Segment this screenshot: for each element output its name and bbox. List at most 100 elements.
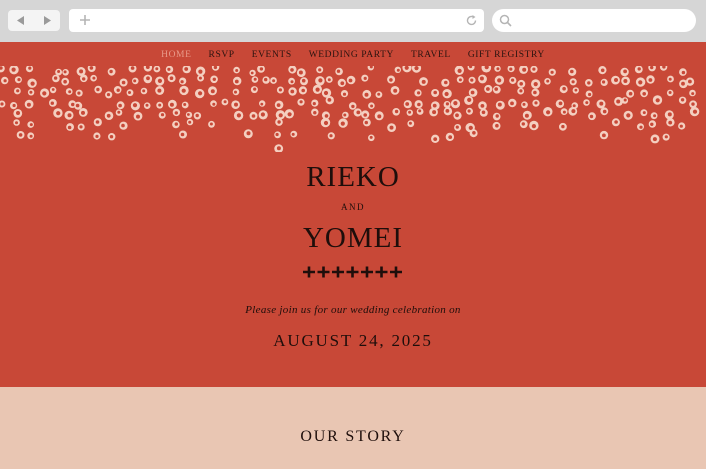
pattern-dot-center bbox=[396, 68, 400, 72]
nav-wedding-party[interactable]: WEDDING PARTY bbox=[309, 50, 394, 60]
pattern-dot-center bbox=[655, 98, 660, 103]
pattern-dot-center bbox=[668, 120, 673, 125]
cross-ornament-divider bbox=[303, 266, 402, 278]
cross-mark bbox=[303, 266, 315, 278]
pattern-dot-center bbox=[82, 77, 86, 81]
pattern-dot-center bbox=[290, 80, 294, 84]
pattern-dot-center bbox=[136, 114, 140, 119]
pattern-dot-center bbox=[106, 93, 111, 97]
cross-mark bbox=[332, 266, 344, 278]
nav-rsvp[interactable]: RSVP bbox=[209, 50, 235, 60]
pattern-dot-center bbox=[602, 80, 606, 84]
pattern-dot-center bbox=[389, 78, 393, 82]
pattern-dot-center bbox=[664, 135, 668, 139]
pattern-dot-center bbox=[318, 68, 322, 72]
pattern-dot-center bbox=[692, 109, 698, 114]
pattern-dot-center bbox=[250, 71, 254, 75]
pattern-dot-center bbox=[157, 78, 162, 83]
pattern-dot-center bbox=[327, 78, 331, 82]
nav-home[interactable]: HOME bbox=[161, 50, 191, 60]
pattern-dot-center bbox=[180, 132, 185, 137]
first-name: RIEKO bbox=[306, 161, 400, 193]
pattern-dot-center bbox=[602, 109, 607, 114]
pattern-dot-center bbox=[146, 76, 150, 81]
nav-gift-registry[interactable]: GIFT REGISTRY bbox=[468, 50, 545, 60]
second-name: YOMEI bbox=[302, 222, 404, 254]
plus-icon[interactable] bbox=[78, 13, 92, 27]
pattern-dot-center bbox=[236, 113, 241, 118]
pattern-dot-center bbox=[616, 99, 621, 104]
pattern-dot-center bbox=[363, 76, 367, 80]
pattern-dot-center bbox=[550, 70, 554, 74]
pattern-dot-center bbox=[571, 109, 576, 114]
pattern-dot-center bbox=[128, 91, 131, 94]
pattern-dot-center bbox=[480, 104, 485, 108]
pattern-dot-center bbox=[433, 137, 438, 141]
search-field[interactable] bbox=[492, 9, 696, 32]
pattern-dot-center bbox=[623, 98, 627, 102]
pattern-dot-center bbox=[364, 92, 369, 97]
pattern-dot-center bbox=[198, 69, 203, 74]
pattern-dot-center bbox=[495, 123, 499, 128]
back-button[interactable] bbox=[8, 10, 34, 31]
pattern-dot-center bbox=[188, 120, 192, 124]
pattern-dot-center bbox=[157, 88, 162, 93]
pattern-dot-center bbox=[522, 102, 526, 106]
pattern-dot-center bbox=[3, 79, 7, 83]
pattern-dot-center bbox=[260, 112, 265, 117]
pattern-dot-center bbox=[0, 102, 4, 106]
forward-button[interactable] bbox=[34, 10, 60, 31]
pattern-dot-center bbox=[570, 69, 574, 74]
pattern-dot-center bbox=[291, 132, 295, 136]
pattern-dot-center bbox=[432, 103, 437, 108]
pattern-dot-center bbox=[67, 113, 72, 118]
pattern-dot-center bbox=[445, 109, 450, 113]
pattern-dot-center bbox=[301, 88, 306, 93]
nav-events[interactable]: EVENTS bbox=[252, 50, 292, 60]
pattern-dot-center bbox=[626, 113, 631, 118]
pattern-dot-center bbox=[342, 92, 347, 96]
pattern-dot-center bbox=[558, 101, 563, 106]
pattern-dot-center bbox=[351, 104, 355, 109]
pattern-dot-center bbox=[614, 78, 618, 82]
pattern-dot-center bbox=[79, 125, 83, 129]
pattern-dot-center bbox=[234, 79, 239, 84]
pattern-dot-center bbox=[417, 102, 421, 107]
hero-section: HOME RSVP EVENTS WEDDING PARTY TRAVEL GI… bbox=[0, 42, 706, 387]
pattern-dot-center bbox=[600, 68, 605, 73]
pattern-dot-center bbox=[562, 86, 566, 91]
pattern-dot-center bbox=[323, 90, 329, 96]
pattern-dot-center bbox=[679, 124, 683, 128]
pattern-dot-center bbox=[290, 68, 294, 72]
invitation-text: Please join us for our wedding celebrati… bbox=[245, 304, 461, 316]
pattern-dot-center bbox=[486, 87, 490, 91]
wedding-date: AUGUST 24, 2025 bbox=[273, 331, 433, 350]
pattern-dot-center bbox=[160, 113, 165, 117]
pattern-dot-center bbox=[588, 92, 592, 97]
pattern-dot-center bbox=[212, 77, 216, 81]
pattern-dot-center bbox=[51, 88, 55, 91]
pattern-dot-center bbox=[445, 102, 449, 106]
pattern-dot-center bbox=[301, 78, 306, 83]
back-arrow-icon bbox=[17, 16, 24, 25]
pattern-dot-center bbox=[11, 67, 16, 72]
pattern-dot-center bbox=[348, 78, 353, 83]
search-icon bbox=[499, 14, 512, 27]
pattern-dot-center bbox=[467, 97, 472, 102]
address-bar[interactable] bbox=[69, 9, 484, 32]
pattern-dot-center bbox=[637, 67, 641, 71]
story-heading: OUR STORY bbox=[300, 428, 406, 445]
pattern-dot-center bbox=[95, 120, 100, 124]
pattern-dot-center bbox=[16, 89, 20, 93]
pattern-dot-center bbox=[253, 87, 257, 91]
reload-icon[interactable] bbox=[465, 14, 478, 27]
pattern-dot-center bbox=[181, 88, 186, 93]
pattern-dot-center bbox=[323, 120, 329, 126]
pattern-dot-center bbox=[133, 79, 137, 83]
pattern-dot-center bbox=[272, 79, 276, 83]
pattern-dot-center bbox=[251, 114, 256, 118]
pattern-dot-center bbox=[667, 112, 672, 117]
nav-travel[interactable]: TRAVEL bbox=[411, 50, 451, 60]
pattern-dot-center bbox=[497, 78, 502, 83]
pattern-dot-center bbox=[118, 103, 122, 108]
